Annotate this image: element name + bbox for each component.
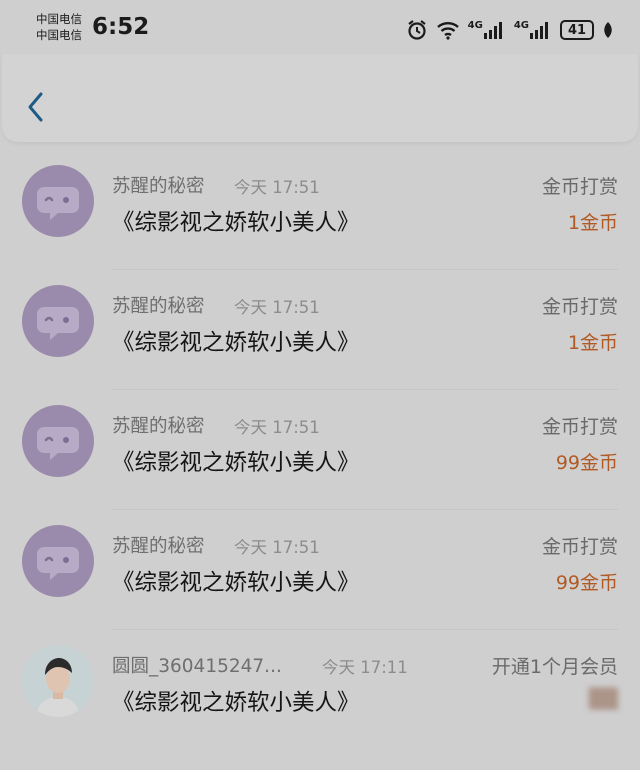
carrier-2: 中国电信 bbox=[36, 28, 82, 42]
chevron-left-icon bbox=[28, 92, 43, 122]
back-button[interactable] bbox=[24, 90, 48, 124]
list-item[interactable]: 苏醒的秘密 今天 17:51 《综影视之娇软小美人》 金币打赏 1金币 bbox=[0, 270, 640, 390]
alarm-icon bbox=[406, 19, 428, 41]
header-bar bbox=[2, 54, 638, 142]
record-time: 今天 17:11 bbox=[322, 658, 408, 677]
record-time: 今天 17:51 bbox=[234, 538, 320, 557]
book-title: 《综影视之娇软小美人》 bbox=[112, 450, 360, 476]
reward-amount: 1金币 bbox=[567, 212, 618, 234]
status-bar: 中国电信 中国电信 6:52 4G 4G 41 bbox=[0, 0, 640, 56]
reward-amount-obscured: ▒▒ bbox=[588, 688, 618, 710]
network-type-2: 4G bbox=[513, 20, 529, 31]
system-icons: 4G 4G 41 bbox=[406, 18, 614, 42]
chat-bubble-icon bbox=[37, 427, 79, 460]
reward-type: 金币打赏 bbox=[541, 176, 618, 198]
reward-record-list: 苏醒的秘密 今天 17:51 《综影视之娇软小美人》 金币打赏 1金币 苏醒的秘… bbox=[0, 150, 640, 750]
record-time: 今天 17:51 bbox=[234, 418, 320, 437]
list-item[interactable]: 苏醒的秘密 今天 17:51 《综影视之娇软小美人》 金币打赏 99金币 bbox=[0, 390, 640, 510]
sender-name: 苏醒的秘密 bbox=[112, 416, 205, 437]
sender-name: 苏醒的秘密 bbox=[112, 536, 205, 557]
record-time: 今天 17:51 bbox=[234, 298, 320, 317]
chat-bubble-icon bbox=[37, 187, 79, 220]
network-type-1: 4G bbox=[467, 20, 483, 31]
reward-type: 金币打赏 bbox=[541, 536, 618, 558]
reward-amount: 99金币 bbox=[555, 452, 618, 474]
book-title: 《综影视之娇软小美人》 bbox=[112, 330, 360, 356]
cellular-signal-icon-2: 4G bbox=[514, 20, 552, 40]
reward-amount: 1金币 bbox=[567, 332, 618, 354]
leaf-icon bbox=[602, 21, 614, 39]
avatar bbox=[22, 285, 94, 357]
sender-name: 圆圆_360415247... bbox=[112, 656, 282, 677]
book-title: 《综影视之娇软小美人》 bbox=[112, 690, 360, 716]
wifi-icon bbox=[436, 20, 460, 40]
book-title: 《综影视之娇软小美人》 bbox=[112, 570, 360, 596]
reward-type: 开通1个月会员 bbox=[491, 656, 618, 678]
sender-name: 苏醒的秘密 bbox=[112, 176, 205, 197]
avatar bbox=[22, 525, 94, 597]
cellular-signal-icon: 4G bbox=[468, 20, 506, 40]
record-time: 今天 17:51 bbox=[234, 178, 320, 197]
carrier-1: 中国电信 bbox=[36, 12, 82, 26]
sender-name: 苏醒的秘密 bbox=[112, 296, 205, 317]
avatar bbox=[22, 405, 94, 477]
book-title: 《综影视之娇软小美人》 bbox=[112, 210, 360, 236]
user-photo-icon bbox=[22, 645, 94, 717]
reward-type: 金币打赏 bbox=[541, 296, 618, 318]
list-item[interactable]: 苏醒的秘密 今天 17:51 《综影视之娇软小美人》 金币打赏 99金币 bbox=[0, 510, 640, 630]
list-item[interactable]: 苏醒的秘密 今天 17:51 《综影视之娇软小美人》 金币打赏 1金币 bbox=[0, 150, 640, 270]
chat-bubble-icon bbox=[37, 547, 79, 580]
chat-bubble-icon bbox=[37, 307, 79, 340]
avatar bbox=[22, 165, 94, 237]
list-item[interactable]: 圆圆_360415247... 今天 17:11 《综影视之娇软小美人》 开通1… bbox=[0, 630, 640, 750]
reward-amount: 99金币 bbox=[555, 572, 618, 594]
carrier-labels: 中国电信 中国电信 bbox=[36, 11, 82, 43]
clock: 6:52 bbox=[92, 14, 150, 40]
battery-icon: 41 bbox=[560, 20, 594, 40]
reward-type: 金币打赏 bbox=[541, 416, 618, 438]
avatar bbox=[22, 645, 94, 717]
